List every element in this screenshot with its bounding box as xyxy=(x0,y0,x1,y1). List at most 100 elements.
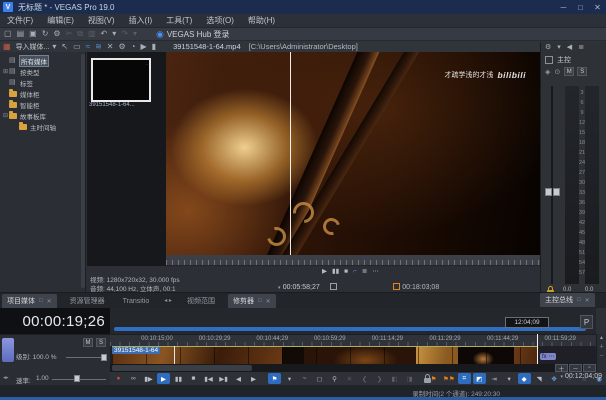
zoom-tool-button[interactable]: ⚲ xyxy=(328,373,341,384)
close-button[interactable]: ✕ xyxy=(589,3,606,12)
menu-item-4[interactable]: 工具(T) xyxy=(159,15,199,26)
import-media-button[interactable]: 导入媒体... xyxy=(16,42,50,52)
pause-button[interactable]: ▮▮ xyxy=(172,373,185,384)
master-fx-icon[interactable]: ◈ xyxy=(545,68,550,76)
open-project-icon[interactable]: ▤ xyxy=(17,29,25,39)
event-fx-button[interactable]: fx ⋯ xyxy=(540,353,557,360)
thumbnail-label[interactable]: 39151548-1-64... xyxy=(89,102,163,108)
next-frame-button[interactable]: ▶ xyxy=(247,373,260,384)
tab-Transitio[interactable]: Transitio xyxy=(118,294,155,308)
undo-dropdown-icon[interactable]: ▾ xyxy=(112,29,116,39)
trim-end-button[interactable]: ❯ xyxy=(373,373,386,384)
loop-region-marker-icon[interactable] xyxy=(393,283,400,291)
video-stream-icon[interactable]: ≋ xyxy=(95,42,102,52)
float-window-icon[interactable]: □ xyxy=(577,297,581,303)
master-settings-icon[interactable]: ⚙ xyxy=(545,43,551,51)
close-tab-icon[interactable]: ✕ xyxy=(47,298,52,305)
tab-修剪器[interactable]: 修剪器 □ ✕ xyxy=(227,294,276,308)
master-fader-track[interactable] xyxy=(551,86,553,284)
track-vertical-scrollbar[interactable]: ▲ ＋－ xyxy=(596,334,606,372)
trimmer-more-icon[interactable]: ⋯ xyxy=(372,267,379,275)
media-properties-icon[interactable]: ⚙ xyxy=(118,42,125,52)
cut-icon[interactable]: ✂ xyxy=(66,29,73,39)
level-slider-handle[interactable] xyxy=(101,354,107,361)
master-speaker-icon[interactable]: ◀ xyxy=(567,43,572,51)
audio-stream-icon[interactable]: ≈ xyxy=(86,42,90,52)
master-mixer-icon[interactable]: ≣ xyxy=(578,43,584,51)
capture-icon[interactable]: ◔ xyxy=(131,42,136,52)
event-pan-icon[interactable]: ✥ xyxy=(548,373,561,384)
vscroll-button[interactable]: － xyxy=(597,352,606,361)
tab-视频范围[interactable]: 视频范围 xyxy=(182,294,220,308)
ripple-dropdown-icon[interactable]: ▾ xyxy=(503,373,516,384)
selection-tool-button[interactable]: ◻ xyxy=(313,373,326,384)
tree-item-2[interactable]: ▤ 标签 xyxy=(2,77,33,88)
timecode-value[interactable]: 00:00:19;26 xyxy=(22,313,110,330)
track-mute-button[interactable]: M xyxy=(83,338,93,347)
start-preview-icon[interactable]: ▶ xyxy=(141,42,147,52)
track-color-handle[interactable] xyxy=(2,338,14,362)
tab-资源管理器[interactable]: 资源管理器 xyxy=(65,294,110,308)
vscroll-button[interactable]: ＋ xyxy=(597,343,606,352)
minimize-button[interactable]: ─ xyxy=(555,3,572,12)
select-icon[interactable]: ↖ xyxy=(61,42,68,52)
scrub-icon[interactable]: ◂▸ xyxy=(3,375,9,381)
track-solo-button[interactable]: S xyxy=(96,338,106,347)
expander-icon[interactable]: ⊞ xyxy=(2,68,9,75)
previous-frame-button[interactable]: ◀ xyxy=(232,373,245,384)
opacity-envelope-line[interactable] xyxy=(112,346,537,347)
close-tab-icon[interactable]: ✕ xyxy=(585,297,590,304)
loop-playback-button[interactable]: ∞ xyxy=(127,373,140,384)
trimmer-pause-icon[interactable]: ▮▮ xyxy=(332,267,339,275)
play-button[interactable]: ▶ xyxy=(157,373,170,384)
trimmer-mini-ruler[interactable] xyxy=(166,255,540,266)
tab-scroll-arrows[interactable]: ◂ ▸ xyxy=(162,297,174,304)
zoom-corner-button[interactable]: ▫ xyxy=(583,364,596,372)
go-to-end-button[interactable]: ▶▮ xyxy=(217,373,230,384)
level-slider[interactable] xyxy=(66,357,106,358)
tree-item-5[interactable]: ⊟ 故事板库 xyxy=(2,110,46,121)
fader-handle-left[interactable] xyxy=(545,188,552,196)
rate-slider-handle[interactable] xyxy=(74,375,80,382)
tree-item-3[interactable]: 媒体柜 xyxy=(2,88,40,99)
redo-icon[interactable]: ↷ xyxy=(121,29,128,39)
auto-ripple-icon[interactable]: ◆ xyxy=(517,373,531,384)
play-from-start-button[interactable]: ▮▶ xyxy=(142,373,155,384)
media-thumbnail[interactable]: ‥ xyxy=(91,58,151,102)
preferences-icon[interactable]: ⚙ xyxy=(53,29,60,39)
master-mute-all-icon[interactable]: ⊙ xyxy=(554,68,560,76)
expander-icon[interactable]: ⊟ xyxy=(2,112,9,119)
trimmer-stop-icon[interactable]: ■ xyxy=(344,268,348,275)
timeline-ruler[interactable]: 00:10:15;00 00:10:29;29 00:10:44;29 00:10:5… xyxy=(110,334,596,346)
chevron-down-icon[interactable]: ▾ xyxy=(278,285,281,291)
stop-button[interactable]: ■ xyxy=(187,373,200,384)
tree-item-0[interactable]: ▤ 所有媒体 xyxy=(2,54,49,67)
copy-icon[interactable]: ⧉ xyxy=(77,29,83,39)
tab-master-bus[interactable]: 主控总线 □ ✕ xyxy=(540,293,595,307)
go-to-start-button[interactable]: ▮◀ xyxy=(202,373,215,384)
record-button[interactable]: ● xyxy=(112,373,125,384)
zoom-out-button[interactable]: － xyxy=(569,364,582,373)
menu-item-6[interactable]: 帮助(H) xyxy=(241,15,282,26)
split-event-icon[interactable]: ◥ xyxy=(533,373,546,384)
menu-item-2[interactable]: 视图(V) xyxy=(81,15,122,26)
zoom-in-button[interactable]: ＋ xyxy=(555,364,568,373)
new-project-icon[interactable]: ▢ xyxy=(4,29,12,39)
insert-region-icon[interactable]: ⚑⚑ xyxy=(442,373,456,384)
tree-item-4[interactable]: 智能柜 xyxy=(2,99,40,110)
envelope-tool-button[interactable]: ~ xyxy=(298,373,311,384)
clear-selection-button[interactable]: ✕ xyxy=(343,373,356,384)
hscroll-thumb[interactable] xyxy=(112,365,252,371)
slip-left-button[interactable]: ◧ xyxy=(388,373,401,384)
tree-item-6[interactable]: 主时间轴 xyxy=(12,121,56,132)
slip-right-button[interactable]: ◨ xyxy=(403,373,416,384)
project-properties-icon[interactable]: ↻ xyxy=(42,29,49,39)
ripple-edits-icon[interactable]: ⇥ xyxy=(488,373,501,384)
remove-media-icon[interactable]: ✕ xyxy=(107,42,114,52)
trimmer-settings-icon[interactable]: ≣ xyxy=(362,267,367,275)
menu-item-0[interactable]: 文件(F) xyxy=(0,15,40,26)
enable-snapping-icon[interactable]: ⌗ xyxy=(457,373,471,384)
tab-项目媒体[interactable]: 项目媒体 □ ✕ xyxy=(2,294,57,308)
trim-start-button[interactable]: ❮ xyxy=(358,373,371,384)
menu-item-3[interactable]: 插入(I) xyxy=(122,15,160,26)
